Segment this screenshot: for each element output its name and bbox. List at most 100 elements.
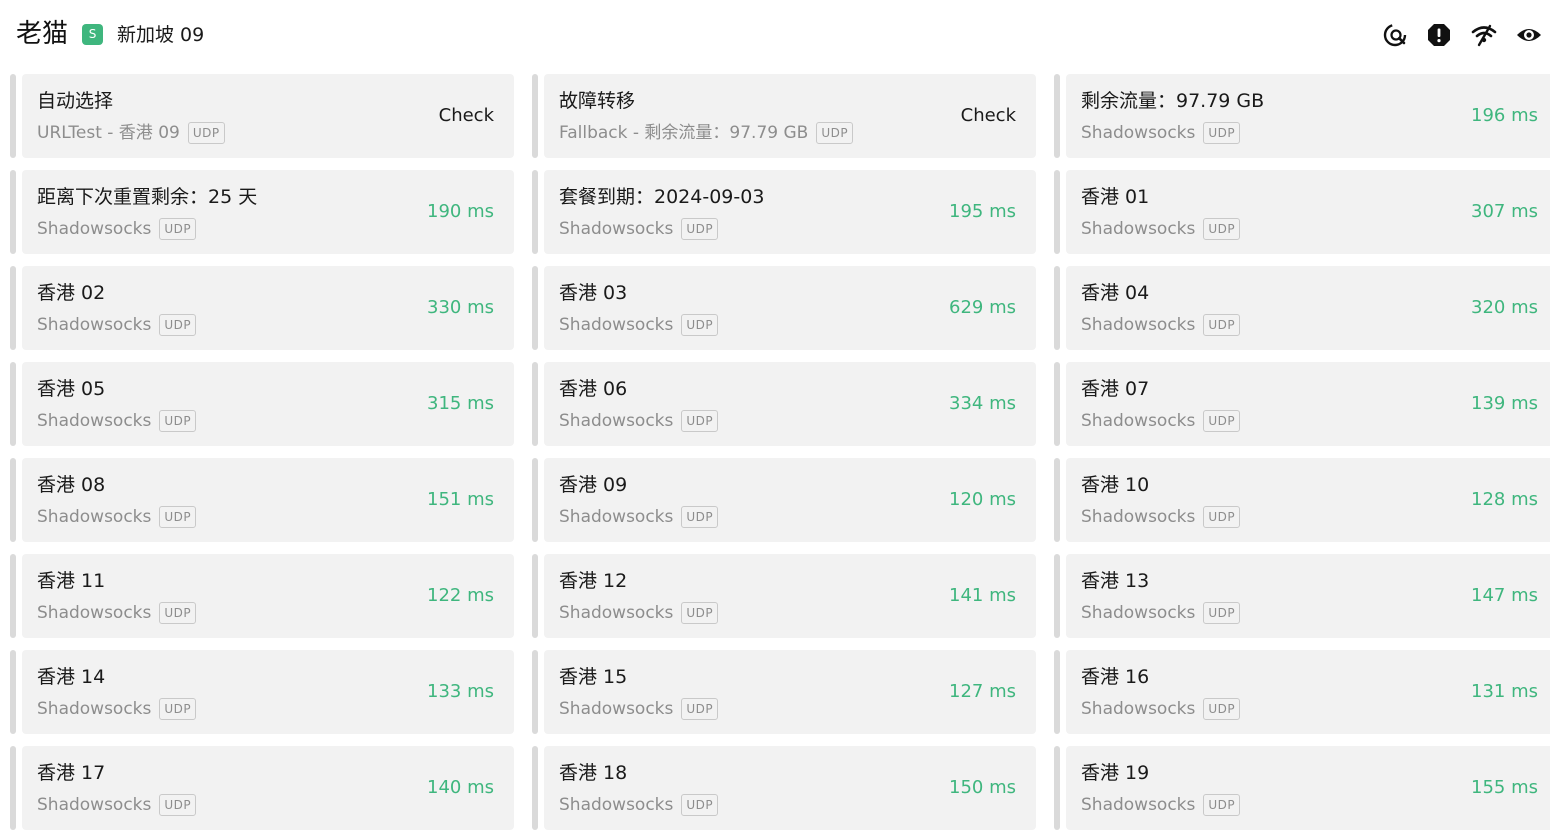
latency-value[interactable]: 140 ms <box>427 776 494 800</box>
proxy-card[interactable]: 香港 03 Shadowsocks UDP 629 ms <box>544 266 1036 350</box>
proxy-card[interactable]: 香港 11 Shadowsocks UDP 122 ms <box>22 554 514 638</box>
proxy-card[interactable]: 香港 05 Shadowsocks UDP 315 ms <box>22 362 514 446</box>
card-indicator <box>10 554 16 638</box>
proxy-card[interactable]: 香港 04 Shadowsocks UDP 320 ms <box>1066 266 1550 350</box>
card-indicator <box>532 746 538 830</box>
udp-badge: UDP <box>1203 218 1241 240</box>
udp-badge: UDP <box>1203 410 1241 432</box>
udp-badge: UDP <box>681 314 719 336</box>
proxy-card[interactable]: 香港 10 Shadowsocks UDP 128 ms <box>1066 458 1550 542</box>
proxy-card[interactable]: 香港 19 Shadowsocks UDP 155 ms <box>1066 746 1550 830</box>
proxy-name: 香港 08 <box>37 474 106 496</box>
card-indicator <box>10 74 16 158</box>
card-indicator <box>532 458 538 542</box>
proxy-name: 香港 05 <box>37 378 106 400</box>
latency-value[interactable]: 131 ms <box>1471 680 1538 704</box>
group-name: 老猫 <box>16 19 69 49</box>
proxy-type: Shadowsocks <box>1081 123 1196 143</box>
latency-value[interactable]: 307 ms <box>1471 200 1538 224</box>
udp-badge: UDP <box>159 410 197 432</box>
proxy-type: Shadowsocks <box>1081 699 1196 719</box>
proxy-card[interactable]: 香港 06 Shadowsocks UDP 334 ms <box>544 362 1036 446</box>
proxy-card[interactable]: 剩余流量：97.79 GB Shadowsocks UDP 196 ms <box>1066 74 1550 158</box>
proxy-name: 香港 19 <box>1081 762 1150 784</box>
proxy-name: 套餐到期：2024-09-03 <box>559 186 765 208</box>
proxy-type: Shadowsocks <box>37 411 152 431</box>
latency-value[interactable]: 147 ms <box>1471 584 1538 608</box>
latency-value[interactable]: 195 ms <box>949 200 1016 224</box>
card-indicator <box>10 746 16 830</box>
proxy-card[interactable]: 香港 02 Shadowsocks UDP 330 ms <box>22 266 514 350</box>
latency-value[interactable]: 190 ms <box>427 200 494 224</box>
card-indicator <box>1054 746 1060 830</box>
proxy-name: 香港 13 <box>1081 570 1150 592</box>
latency-value[interactable]: 141 ms <box>949 584 1016 608</box>
latency-value[interactable]: 150 ms <box>949 776 1016 800</box>
proxy-card[interactable]: 香港 08 Shadowsocks UDP 151 ms <box>22 458 514 542</box>
latency-value[interactable]: 127 ms <box>949 680 1016 704</box>
proxy-card[interactable]: 香港 14 Shadowsocks UDP 133 ms <box>22 650 514 734</box>
card-indicator <box>1054 554 1060 638</box>
latency-value[interactable]: 196 ms <box>1471 104 1538 128</box>
proxy-name: 香港 04 <box>1081 282 1150 304</box>
proxy-card[interactable]: 香港 15 Shadowsocks UDP 127 ms <box>544 650 1036 734</box>
eye-icon[interactable] <box>1515 22 1543 48</box>
proxy-card[interactable]: 香港 13 Shadowsocks UDP 147 ms <box>1066 554 1550 638</box>
proxy-card[interactable]: 距离下次重置剩余：25 天 Shadowsocks UDP 190 ms <box>22 170 514 254</box>
udp-badge: UDP <box>1203 602 1241 624</box>
proxy-type: Fallback - 剩余流量：97.79 GB <box>559 123 809 143</box>
latency-value[interactable]: 151 ms <box>427 488 494 512</box>
group-type-badge: S <box>82 24 103 45</box>
proxy-type: Shadowsocks <box>1081 219 1196 239</box>
latency-value[interactable]: 629 ms <box>949 296 1016 320</box>
check-button[interactable]: Check <box>439 104 494 128</box>
proxy-meta: Shadowsocks UDP <box>559 409 719 433</box>
udp-badge: UDP <box>681 794 719 816</box>
proxy-card[interactable]: 香港 07 Shadowsocks UDP 139 ms <box>1066 362 1550 446</box>
proxy-card[interactable]: 香港 17 Shadowsocks UDP 140 ms <box>22 746 514 830</box>
proxy-card[interactable]: 香港 16 Shadowsocks UDP 131 ms <box>1066 650 1550 734</box>
latency-value[interactable]: 330 ms <box>427 296 494 320</box>
latency-value[interactable]: 155 ms <box>1471 776 1538 800</box>
udp-badge: UDP <box>816 122 854 144</box>
check-button[interactable]: Check <box>961 104 1016 128</box>
proxy-card[interactable]: 香港 09 Shadowsocks UDP 120 ms <box>544 458 1036 542</box>
proxy-meta: Shadowsocks UDP <box>1081 601 1241 625</box>
udp-badge: UDP <box>159 218 197 240</box>
proxy-card[interactable]: 香港 18 Shadowsocks UDP 150 ms <box>544 746 1036 830</box>
udp-badge: UDP <box>1203 122 1241 144</box>
card-indicator <box>10 650 16 734</box>
card-indicator <box>532 362 538 446</box>
proxy-meta: Shadowsocks UDP <box>1081 409 1241 433</box>
latency-value[interactable]: 120 ms <box>949 488 1016 512</box>
proxy-meta: Shadowsocks UDP <box>37 505 197 529</box>
latency-value[interactable]: 133 ms <box>427 680 494 704</box>
search-icon[interactable] <box>1381 22 1409 48</box>
card-indicator <box>10 170 16 254</box>
proxy-name: 香港 09 <box>559 474 628 496</box>
latency-value[interactable]: 128 ms <box>1471 488 1538 512</box>
latency-value[interactable]: 139 ms <box>1471 392 1538 416</box>
proxy-name: 香港 18 <box>559 762 628 784</box>
proxy-card[interactable]: 香港 12 Shadowsocks UDP 141 ms <box>544 554 1036 638</box>
card-indicator <box>10 458 16 542</box>
proxy-card[interactable]: 自动选择 URLTest - 香港 09 UDP Check <box>22 74 514 158</box>
proxy-name: 自动选择 <box>37 90 114 112</box>
proxy-meta: Shadowsocks UDP <box>559 313 719 337</box>
proxy-meta: Shadowsocks UDP <box>37 793 197 817</box>
proxy-card[interactable]: 套餐到期：2024-09-03 Shadowsocks UDP 195 ms <box>544 170 1036 254</box>
latency-value[interactable]: 320 ms <box>1471 296 1538 320</box>
card-indicator <box>532 650 538 734</box>
latency-value[interactable]: 122 ms <box>427 584 494 608</box>
latency-value[interactable]: 315 ms <box>427 392 494 416</box>
proxy-type: Shadowsocks <box>1081 507 1196 527</box>
wifi-icon[interactable] <box>1470 22 1498 48</box>
proxy-name: 距离下次重置剩余：25 天 <box>37 186 258 208</box>
udp-badge: UDP <box>1203 314 1241 336</box>
proxy-card[interactable]: 香港 01 Shadowsocks UDP 307 ms <box>1066 170 1550 254</box>
proxy-card[interactable]: 故障转移 Fallback - 剩余流量：97.79 GB UDP Check <box>544 74 1036 158</box>
proxy-meta: Shadowsocks UDP <box>559 793 719 817</box>
udp-badge: UDP <box>159 602 197 624</box>
latency-value[interactable]: 334 ms <box>949 392 1016 416</box>
alert-icon[interactable] <box>1425 22 1453 48</box>
